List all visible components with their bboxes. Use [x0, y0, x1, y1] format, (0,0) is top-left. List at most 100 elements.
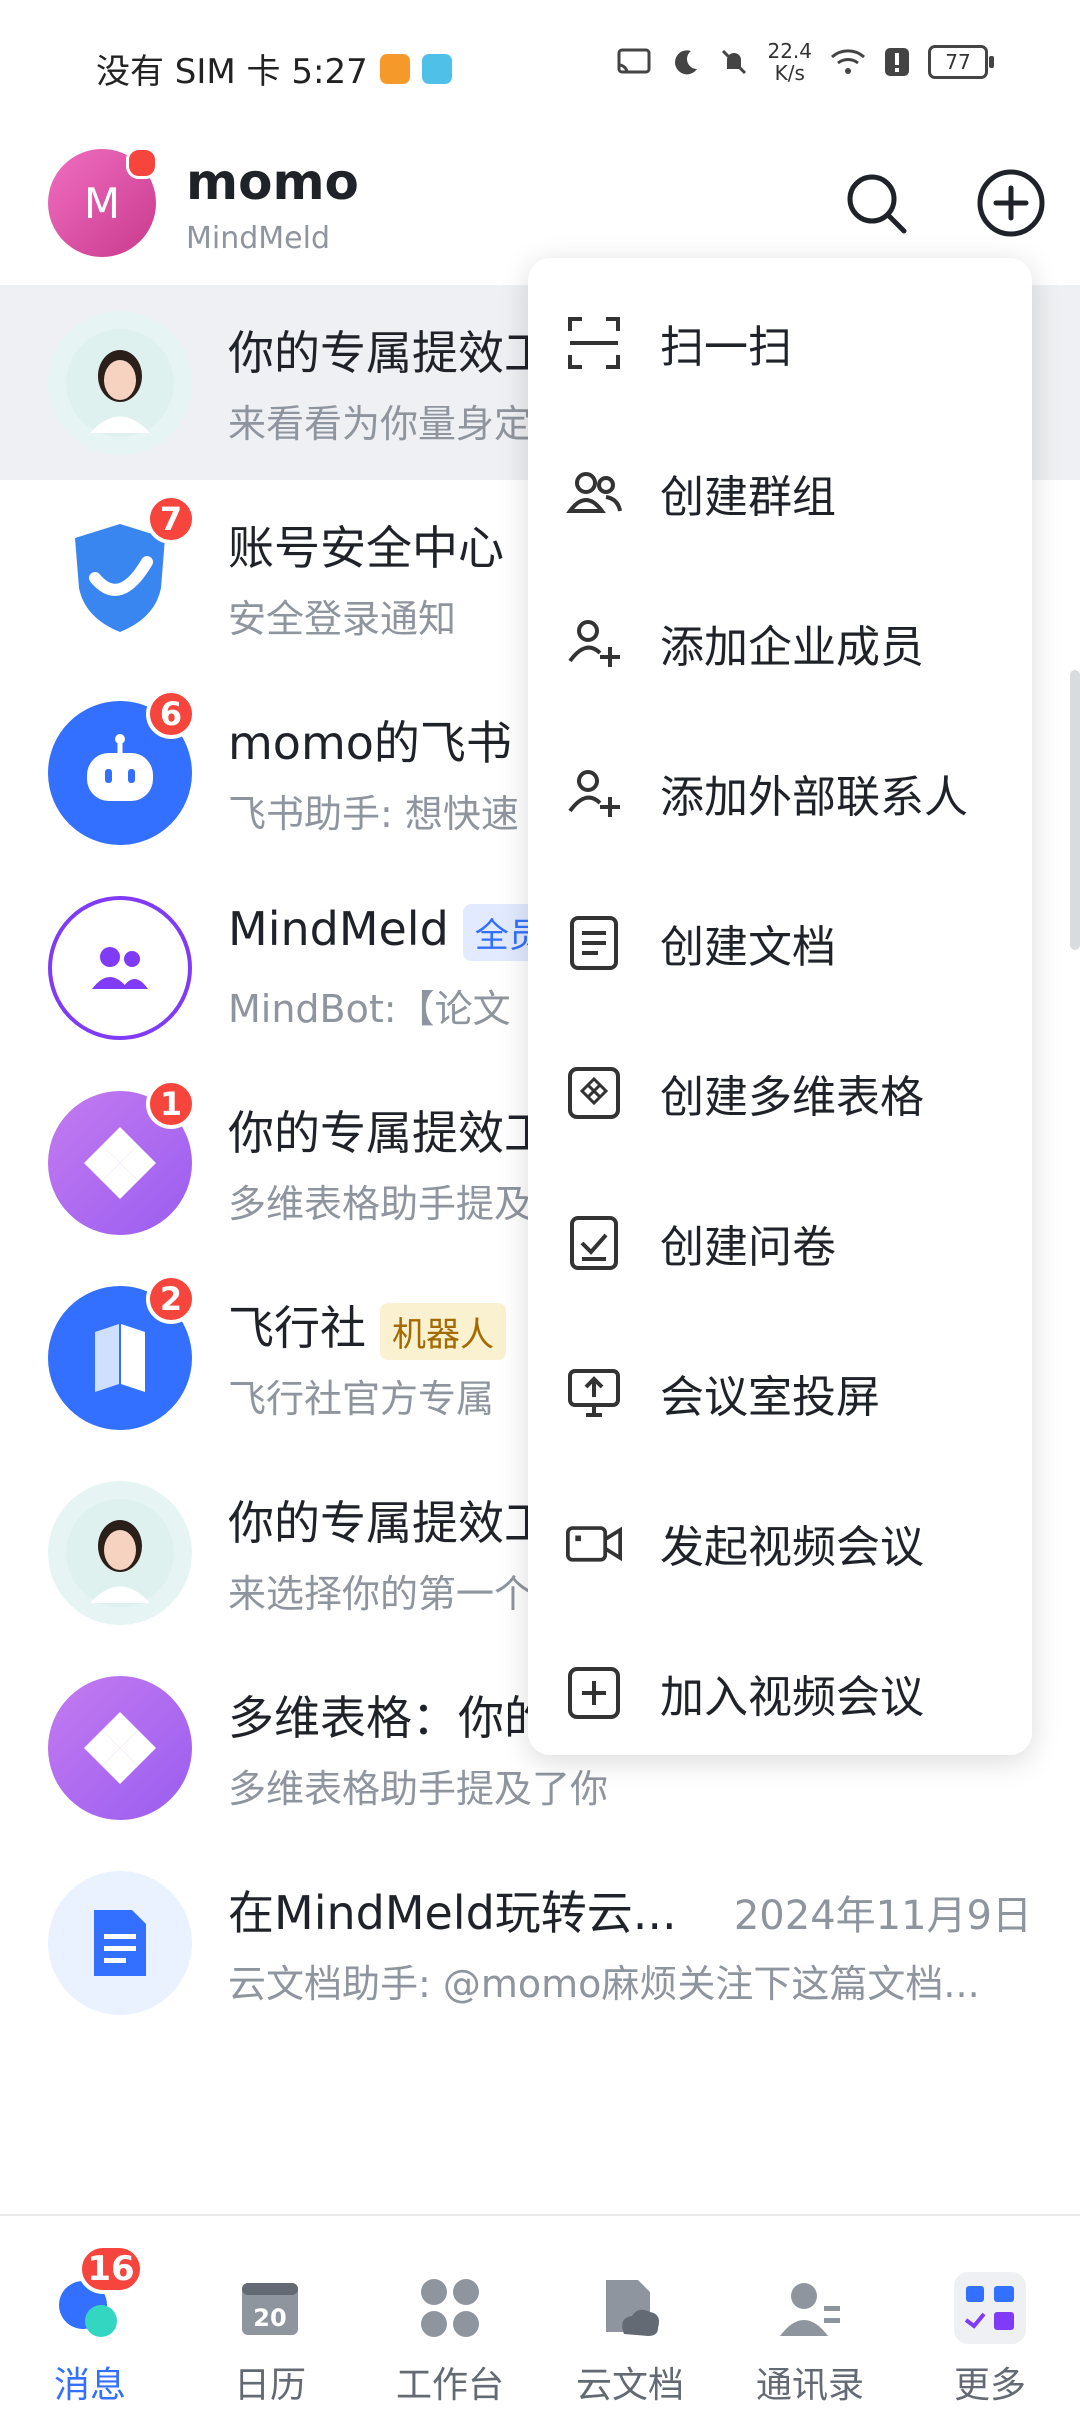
unread-badge: 6	[146, 689, 196, 739]
chat-subtitle: 飞行社官方专属	[228, 1377, 495, 1421]
avatar	[48, 1481, 192, 1625]
calendar-day: 20	[253, 2304, 286, 2332]
tab-contacts[interactable]: 通讯录	[720, 2216, 900, 2414]
unread-badge: 16	[78, 2244, 144, 2294]
chat-title: 飞行社 机器人	[228, 1292, 506, 1360]
tab-calendar[interactable]: 20 日历	[180, 2216, 360, 2414]
menu-item-screen-share[interactable]: 会议室投屏	[528, 1318, 1032, 1468]
org-name: MindMeld	[186, 221, 330, 256]
avatar	[48, 1871, 192, 2015]
add-contact-icon	[566, 765, 622, 821]
menu-label: 添加外部联系人	[660, 772, 968, 823]
cast-icon	[617, 48, 651, 74]
calendar-icon: 20	[230, 2268, 310, 2348]
unread-badge: 2	[146, 1274, 196, 1324]
add-button[interactable]	[975, 167, 1047, 239]
avatar[interactable]: M	[48, 147, 158, 257]
book-notification-icon	[421, 53, 452, 84]
chat-title: 账号安全中心	[228, 521, 504, 575]
group-icon	[92, 947, 148, 989]
carrier-time: 没有 SIM 卡 5:27	[96, 52, 368, 92]
menu-item-create-doc[interactable]: 创建文档	[528, 868, 1032, 1018]
menu-item-create-group[interactable]: 创建群组	[528, 418, 1032, 568]
tab-workplace[interactable]: 工作台	[360, 2216, 540, 2414]
menu-item-create-survey[interactable]: 创建问卷	[528, 1168, 1032, 1318]
avatar	[48, 896, 192, 1040]
avatar-letter: M	[83, 178, 121, 228]
chat-subtitle: 多维表格助手提及	[228, 1182, 533, 1226]
menu-item-add-external-contact[interactable]: 添加外部联系人	[528, 718, 1032, 868]
wifi-icon	[831, 49, 865, 74]
tab-label: 云文档	[575, 2365, 684, 2406]
contacts-icon	[770, 2268, 850, 2348]
doc-icon	[94, 1910, 146, 1976]
search-icon	[847, 174, 907, 234]
menu-item-create-base[interactable]: 创建多维表格	[528, 1018, 1032, 1168]
add-menu: 扫一扫 创建群组 添加企业成员 添加外部联系人 创建文档 创建多维表格 创建问卷…	[528, 258, 1032, 1755]
chat-subtitle: 云文档助手: @momo麻烦关注下这篇文档...	[228, 1962, 980, 2006]
status-left: 没有 SIM 卡 5:27	[96, 44, 452, 93]
chat-subtitle: MindBot:【论文	[228, 987, 511, 1031]
bot-tag: 机器人	[380, 1303, 506, 1360]
chat-title: 你的专属提效工	[228, 1496, 550, 1550]
menu-item-join-video[interactable]: 加入视频会议	[528, 1618, 1032, 1768]
chat-item[interactable]: 在MindMeld玩转云... 2024年11月9日 云文档助手: @momo麻…	[0, 1845, 1080, 2040]
menu-label: 发起视频会议	[660, 1522, 924, 1573]
chat-subtitle: 飞书助手: 想快速	[228, 792, 519, 836]
menu-label: 创建文档	[660, 922, 836, 973]
base-diamond-icon	[84, 1712, 156, 1784]
app-notification-icon	[379, 53, 410, 84]
user-name: momo	[186, 153, 359, 211]
avatar	[48, 1676, 192, 1820]
status-right: 22.4 K/s 77	[615, 40, 994, 84]
unread-badge: 1	[146, 1079, 196, 1129]
tab-label: 消息	[53, 2365, 126, 2406]
tab-label: 更多	[953, 2365, 1026, 2406]
chat-subtitle: 安全登录通知	[228, 597, 457, 641]
speed-value: 22.4	[767, 39, 812, 63]
menu-item-scan[interactable]: 扫一扫	[528, 268, 1032, 418]
chat-title: 多维表格：你的	[228, 1691, 550, 1745]
plus-circle-icon	[977, 169, 1045, 237]
menu-item-start-video[interactable]: 发起视频会议	[528, 1468, 1032, 1618]
cloud-doc-icon	[590, 2268, 670, 2348]
bottom-tab-bar: 16 消息 20 日历 工作台 云文档 通讯录 更多	[0, 2214, 1080, 2414]
document-icon	[566, 915, 622, 971]
menu-label: 添加企业成员	[660, 622, 924, 673]
scan-icon	[566, 315, 622, 371]
menu-label: 加入视频会议	[660, 1672, 924, 1723]
more-apps-icon	[950, 2268, 1030, 2348]
join-meeting-icon	[566, 1665, 622, 1721]
menu-label: 会议室投屏	[660, 1372, 880, 1423]
mute-bell-icon	[722, 49, 747, 75]
chat-title-text: MindMeld	[228, 902, 449, 956]
add-member-icon	[566, 615, 622, 671]
survey-icon	[566, 1215, 622, 1271]
grid-icon	[410, 2268, 490, 2348]
network-speed: 22.4 K/s	[767, 40, 812, 84]
group-icon	[566, 465, 622, 521]
video-icon	[566, 1515, 622, 1571]
search-button[interactable]	[840, 167, 912, 239]
speed-unit: K/s	[774, 61, 805, 85]
tab-messages[interactable]: 16 消息	[0, 2216, 180, 2414]
battery-indicator: 77	[928, 45, 994, 79]
base-diamond-icon	[84, 1127, 156, 1199]
notification-dot	[126, 147, 158, 179]
tab-more[interactable]: 更多	[900, 2216, 1080, 2414]
unread-badge: 7	[146, 494, 196, 544]
chat-title: 你的专属提效工	[228, 326, 550, 380]
person-avatar-icon	[66, 1499, 174, 1607]
menu-label: 扫一扫	[660, 322, 792, 373]
menu-item-add-member[interactable]: 添加企业成员	[528, 568, 1032, 718]
chat-title: MindMeld 全员	[228, 902, 555, 961]
scrollbar[interactable]	[1070, 670, 1080, 950]
tab-docs[interactable]: 云文档	[540, 2216, 720, 2414]
tab-label: 工作台	[395, 2365, 504, 2406]
moon-icon	[675, 50, 698, 75]
chat-title: 在MindMeld玩转云...	[228, 1886, 677, 1940]
base-table-icon	[566, 1065, 622, 1121]
status-bar: 没有 SIM 卡 5:27 22.4 K/s 77	[0, 0, 1080, 135]
menu-label: 创建多维表格	[660, 1072, 924, 1123]
chat-subtitle: 来看看为你量身定	[228, 402, 533, 446]
